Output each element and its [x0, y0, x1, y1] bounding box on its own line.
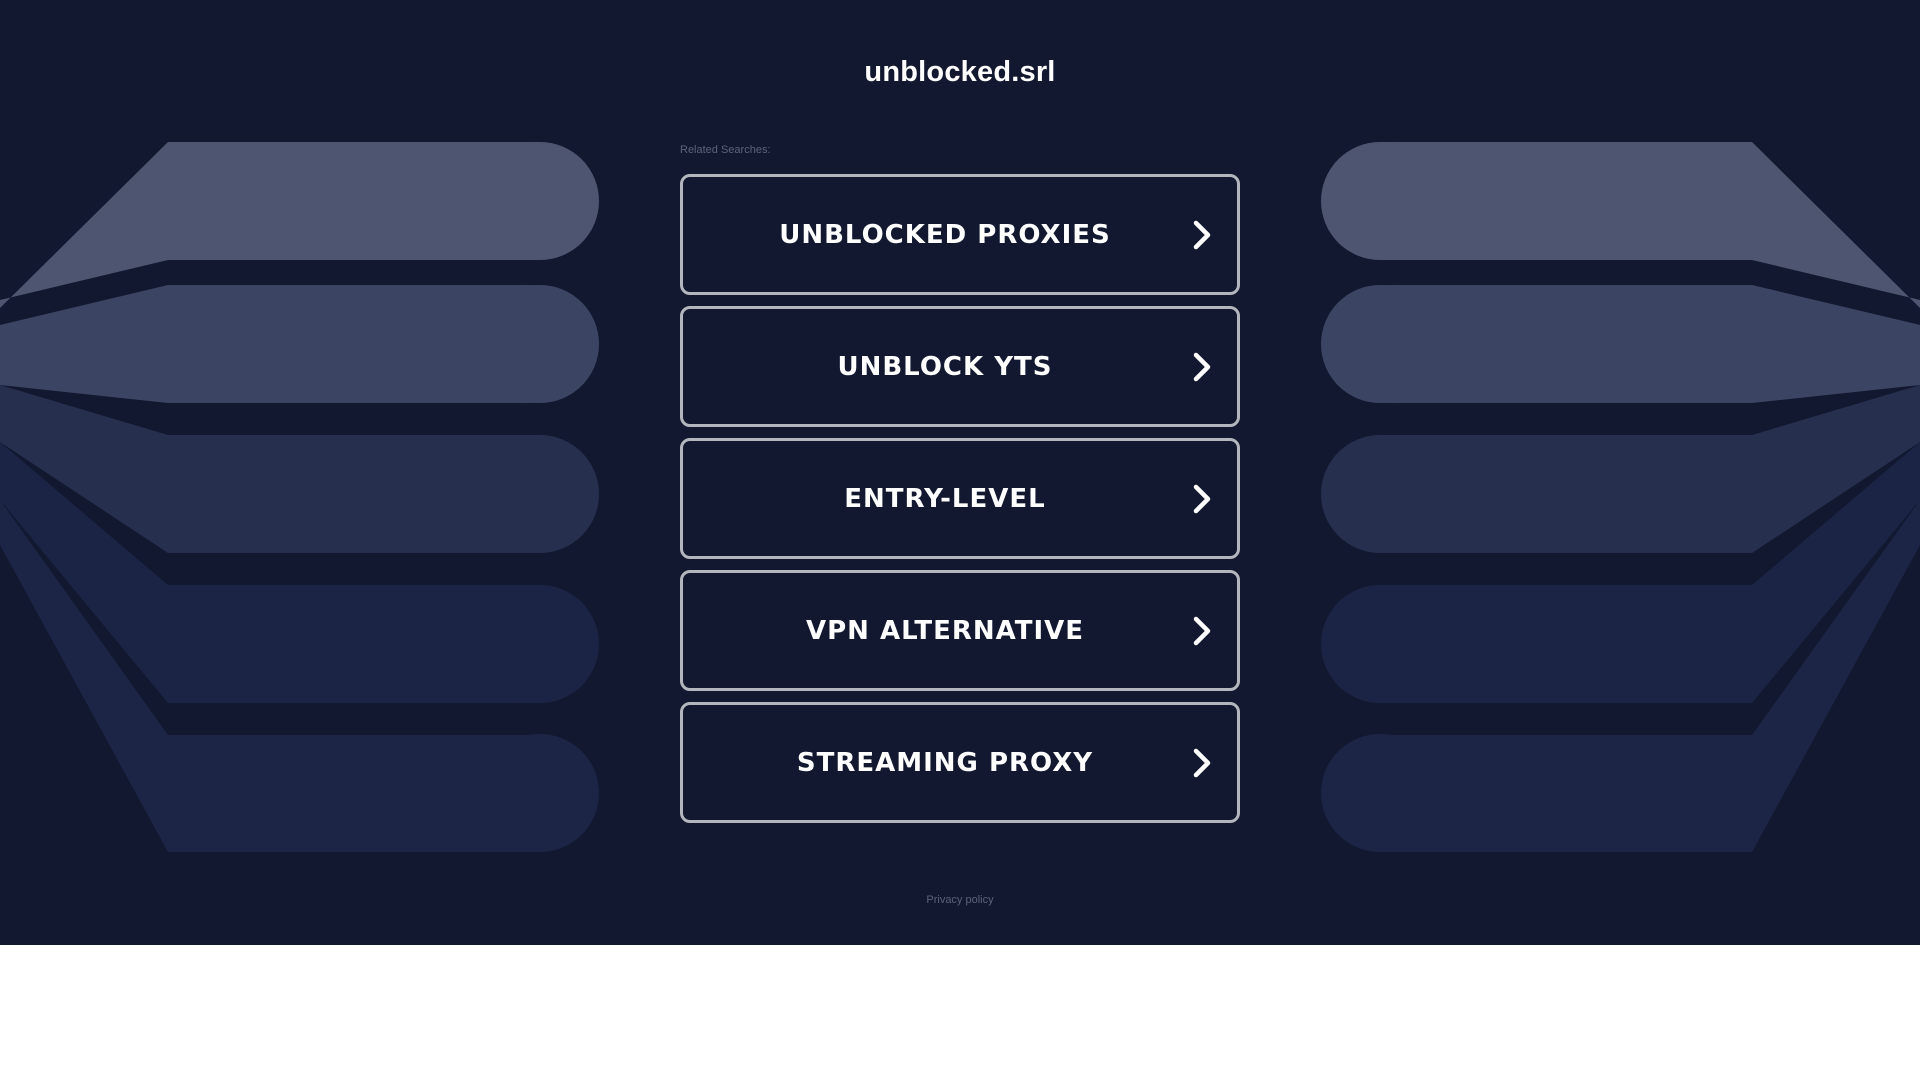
chevron-right-icon: [1193, 484, 1211, 513]
related-link-streaming-proxy[interactable]: STREAMING PROXY: [680, 702, 1240, 823]
right-band-2: [1380, 285, 1920, 403]
related-link-entry-level[interactable]: ENTRY-LEVEL: [680, 438, 1240, 559]
related-searches-label: Related Searches:: [680, 144, 771, 156]
related-link-vpn-alternative[interactable]: VPN ALTERNATIVE: [680, 570, 1240, 691]
right-band-1: [1380, 142, 1920, 308]
related-link-label: ENTRY-LEVEL: [844, 483, 1046, 514]
related-searches-list: UNBLOCKED PROXIES UNBLOCK YTS ENTRY-LEVE…: [680, 174, 1240, 834]
left-band-2: [0, 285, 540, 403]
chevron-right-icon: [1193, 220, 1211, 249]
left-band-1: [0, 142, 540, 308]
footer: Privacy policy: [0, 888, 1920, 907]
right-decoration: [1321, 142, 1920, 852]
related-link-unblock-yts[interactable]: UNBLOCK YTS: [680, 306, 1240, 427]
chevron-right-icon: [1193, 748, 1211, 777]
privacy-policy-link[interactable]: Privacy policy: [926, 894, 993, 906]
chevron-right-icon: [1193, 616, 1211, 645]
left-decoration: [0, 142, 599, 852]
domain-title: unblocked.srl: [864, 56, 1056, 88]
related-link-unblocked-proxies[interactable]: UNBLOCKED PROXIES: [680, 174, 1240, 295]
related-link-label: STREAMING PROXY: [796, 747, 1094, 778]
related-link-label: UNBLOCK YTS: [837, 351, 1053, 382]
landing-page: unblocked.srl Related Searches: UNBLOCKE…: [0, 0, 1920, 945]
chevron-right-icon: [1193, 352, 1211, 381]
related-link-label: UNBLOCKED PROXIES: [779, 219, 1111, 250]
related-link-label: VPN ALTERNATIVE: [805, 615, 1085, 646]
